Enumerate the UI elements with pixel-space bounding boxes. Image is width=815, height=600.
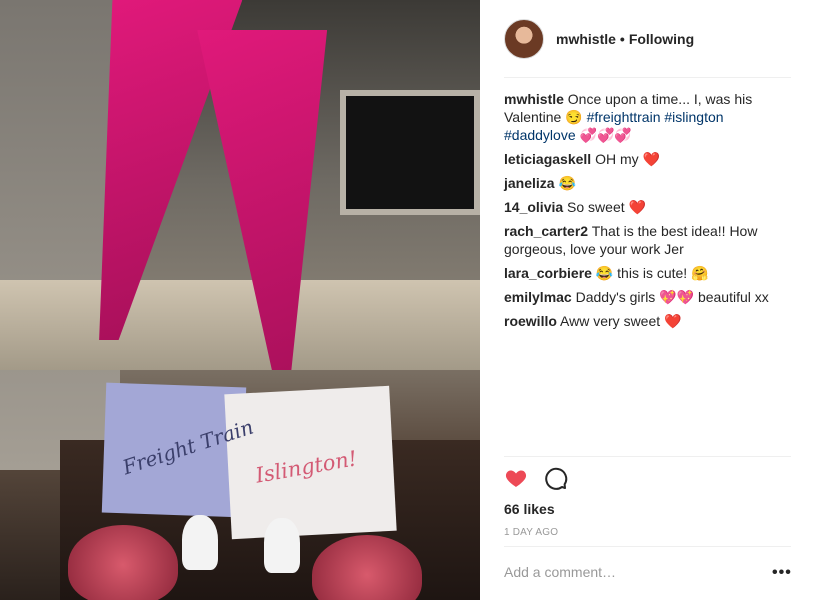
post-timestamp[interactable]: 1 DAY AGO bbox=[504, 527, 558, 538]
comment-username[interactable]: leticiagaskell bbox=[504, 151, 591, 167]
separator-dot: • bbox=[619, 31, 625, 47]
caption: mwhistle Once upon a time... I, was his … bbox=[504, 90, 794, 144]
action-icons bbox=[504, 466, 568, 490]
more-options-button[interactable]: ••• bbox=[772, 564, 792, 582]
post-header: mwhistle • Following bbox=[480, 0, 815, 78]
avatar[interactable] bbox=[504, 19, 544, 59]
comment-text: 😂 bbox=[558, 175, 576, 191]
hashtag-daddylove[interactable]: #daddylove bbox=[504, 127, 576, 143]
comment-item: 14_olivia So sweet ❤️ bbox=[504, 198, 794, 216]
hashtag-islington[interactable]: #islington bbox=[664, 109, 723, 125]
author-username[interactable]: mwhistle bbox=[556, 31, 616, 47]
comment-username[interactable]: rach_carter2 bbox=[504, 223, 588, 239]
hashtag-freighttrain[interactable]: #freighttrain bbox=[587, 109, 661, 125]
comment-item: janeliza 😂 bbox=[504, 174, 794, 192]
caption-username[interactable]: mwhistle bbox=[504, 91, 564, 107]
comment-icon[interactable] bbox=[544, 466, 568, 490]
comments-list: mwhistle Once upon a time... I, was his … bbox=[504, 90, 794, 336]
post-side-panel: mwhistle • Following mwhistle Once upon … bbox=[480, 0, 815, 600]
comment-item: lara_corbiere 😂 this is cute! 🤗 bbox=[504, 264, 794, 282]
comment-item: roewillo Aww very sweet ❤️ bbox=[504, 312, 794, 330]
comment-item: leticiagaskell OH my ❤️ bbox=[504, 150, 794, 168]
comment-username[interactable]: lara_corbiere bbox=[504, 265, 592, 281]
following-button[interactable]: Following bbox=[629, 31, 694, 47]
comment-item: rach_carter2 That is the best idea!! How… bbox=[504, 222, 794, 258]
unicorn-figurine-right bbox=[264, 518, 300, 573]
caption-emoji: 💞💞💞 bbox=[579, 127, 632, 143]
comment-item: emilylmac Daddy's girls 💖💖 beautiful xx bbox=[504, 288, 794, 306]
comment-username[interactable]: roewillo bbox=[504, 313, 557, 329]
heart-icon[interactable] bbox=[504, 466, 528, 490]
add-comment-input[interactable] bbox=[504, 564, 744, 580]
unicorn-figurine-left bbox=[182, 515, 218, 570]
heart-candy-left bbox=[68, 525, 178, 600]
comment-text: 😂 this is cute! 🤗 bbox=[595, 265, 709, 281]
comment-text: Aww very sweet ❤️ bbox=[560, 313, 682, 329]
photo-counter bbox=[0, 280, 480, 370]
comment-text: Daddy's girls 💖💖 beautiful xx bbox=[575, 289, 769, 305]
comment-text: So sweet ❤️ bbox=[567, 199, 646, 215]
comment-username[interactable]: 14_olivia bbox=[504, 199, 563, 215]
comment-username[interactable]: janeliza bbox=[504, 175, 555, 191]
photo-window bbox=[340, 90, 480, 215]
photo-wall bbox=[0, 0, 120, 470]
likes-count[interactable]: 66 likes bbox=[504, 501, 555, 517]
comment-username[interactable]: emilylmac bbox=[504, 289, 572, 305]
post-photo[interactable]: Freight Train Islington! bbox=[0, 0, 480, 600]
add-comment-bar: ••• bbox=[480, 546, 815, 600]
comment-text: OH my ❤️ bbox=[595, 151, 660, 167]
